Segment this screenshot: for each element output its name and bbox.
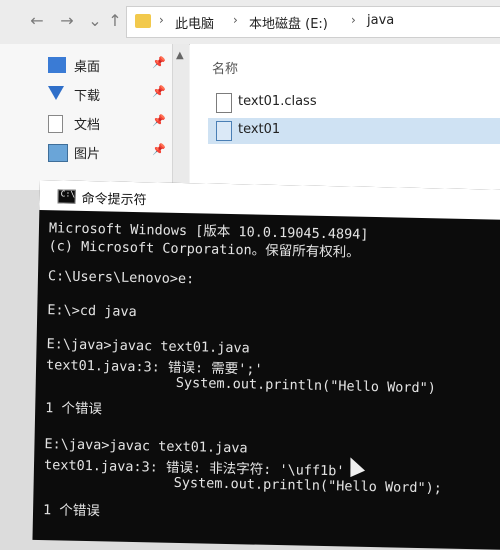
file-row-text01[interactable]: text01 [208, 118, 500, 144]
text-file-icon [216, 121, 232, 141]
breadcrumb-drive-e[interactable]: 本地磁盘 (E:) [249, 13, 328, 32]
console-line: 1 个错误 [42, 502, 101, 520]
breadcrumb-separator: › [351, 13, 356, 27]
mouse-cursor-icon [343, 454, 366, 478]
console-line: 1 个错误 [45, 400, 103, 418]
command-prompt-window[interactable]: C:\ 命令提示符 Microsoft Windows [版本 10.0.190… [32, 180, 500, 550]
file-name: text01.class [238, 94, 317, 109]
pin-icon[interactable]: 📌 [152, 114, 166, 127]
navigation-pane-scrollbar[interactable]: ▲ [172, 44, 189, 190]
sidebar-item-documents[interactable]: 文档 📌 [48, 112, 168, 136]
file-icon [216, 93, 232, 113]
console-line: System.out.println("Hello Word"); [43, 472, 443, 497]
pin-icon[interactable]: 📌 [152, 85, 166, 98]
breadcrumb-this-pc[interactable]: 此电脑 [175, 13, 214, 32]
forward-arrow-icon[interactable]: → [56, 10, 78, 32]
breadcrumb-separator: › [233, 13, 238, 27]
download-icon [48, 86, 64, 100]
pictures-icon [48, 144, 68, 162]
back-arrow-icon[interactable]: ← [26, 10, 48, 32]
breadcrumb-separator: › [159, 13, 164, 27]
sidebar-item-label: 图片 [74, 147, 101, 162]
file-list: 名称 text01.class text01 [190, 44, 500, 190]
file-row-text01-class[interactable]: text01.class [208, 90, 500, 116]
cmd-window-title: 命令提示符 [81, 191, 147, 209]
pin-icon[interactable]: 📌 [152, 56, 166, 69]
recent-dropdown-icon[interactable]: ⌄ [84, 10, 106, 32]
file-explorer-window: ← → ⌄ ↑ › 此电脑 › 本地磁盘 (E:) › java 桌面 📌 下载… [0, 0, 500, 190]
desktop-icon [48, 57, 66, 73]
sidebar-item-label: 桌面 [74, 60, 101, 75]
column-header-name[interactable]: 名称 [212, 58, 238, 77]
breadcrumb-java[interactable]: java [367, 13, 394, 28]
up-arrow-icon[interactable]: ↑ [104, 10, 126, 32]
pin-icon[interactable]: 📌 [152, 143, 166, 156]
scroll-up-icon[interactable]: ▲ [176, 50, 184, 61]
folder-icon [135, 14, 151, 28]
sidebar-item-label: 下载 [74, 89, 101, 104]
documents-icon [48, 115, 63, 133]
sidebar-item-label: 文档 [74, 118, 101, 133]
cmd-icon: C:\ [57, 189, 76, 204]
navigation-bar: ← → ⌄ ↑ › 此电脑 › 本地磁盘 (E:) › java [0, 0, 500, 45]
file-name: text01 [238, 122, 281, 137]
console-line: E:\>cd java [47, 302, 137, 321]
sidebar-item-downloads[interactable]: 下载 📌 [48, 83, 168, 107]
console-line: System.out.println("Hello Word") [45, 372, 437, 397]
sidebar-item-desktop[interactable]: 桌面 📌 [48, 54, 168, 78]
console-line: C:\Users\Lenovo>e: [47, 268, 195, 288]
sidebar-item-pictures[interactable]: 图片 📌 [48, 141, 168, 165]
navigation-pane: 桌面 📌 下载 📌 文档 📌 图片 📌 [0, 44, 172, 190]
address-bar[interactable]: › 此电脑 › 本地磁盘 (E:) › java [126, 6, 500, 38]
